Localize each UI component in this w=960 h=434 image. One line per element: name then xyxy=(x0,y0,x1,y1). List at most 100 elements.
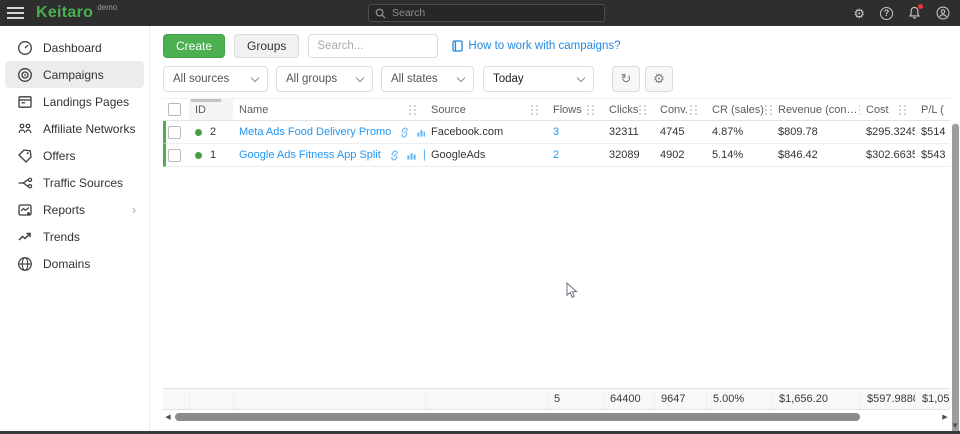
drag-handle-icon[interactable] xyxy=(858,105,861,115)
scrollbar-thumb[interactable] xyxy=(175,413,860,421)
settings-gear-icon[interactable]: ⚙ xyxy=(853,7,865,20)
drag-handle-icon[interactable] xyxy=(530,105,540,115)
campaign-link-icon[interactable] xyxy=(389,150,400,161)
column-header-source[interactable]: Source xyxy=(425,99,547,120)
column-header-name[interactable]: Name xyxy=(233,99,425,120)
sidebar-item-trends[interactable]: Trends xyxy=(5,223,144,250)
column-header-cr-sales[interactable]: CR (sales) xyxy=(706,99,772,120)
flows-count-link[interactable]: 3 xyxy=(553,126,559,138)
column-header-pl[interactable]: P/L ( xyxy=(915,99,960,120)
clicks-value: 32311 xyxy=(603,121,654,143)
scroll-down-icon[interactable]: ▼ xyxy=(951,421,959,430)
global-search-input[interactable] xyxy=(392,7,598,19)
drag-handle-icon[interactable] xyxy=(898,105,908,115)
chevron-down-icon xyxy=(251,73,259,81)
table-header-row: ID Name Source Flows Clicks Conv. xyxy=(163,98,950,121)
global-search[interactable] xyxy=(368,4,605,22)
trends-icon xyxy=(17,229,33,245)
column-header-conv[interactable]: Conv. xyxy=(654,99,706,120)
scroll-right-icon[interactable]: ▶ xyxy=(940,413,950,421)
groups-button[interactable]: Groups xyxy=(234,34,299,58)
sidebar-label: Traffic Sources xyxy=(43,176,123,190)
table-row[interactable]: 2 Meta Ads Food Delivery Promo ⋯ Faceboo… xyxy=(163,121,950,144)
campaign-search-input[interactable] xyxy=(308,34,438,58)
column-header-cost[interactable]: Cost xyxy=(860,99,915,120)
campaign-id: 2 xyxy=(210,126,216,138)
column-header-revenue[interactable]: Revenue (con… xyxy=(772,99,860,120)
campaign-name-link[interactable]: Google Ads Fitness App Split xyxy=(239,149,381,161)
column-header-id[interactable]: ID xyxy=(189,99,233,120)
sidebar-label: Trends xyxy=(43,230,80,244)
column-header-flows[interactable]: Flows xyxy=(547,99,603,120)
row-checkbox[interactable] xyxy=(168,126,181,139)
refresh-icon: ↻ xyxy=(621,71,632,87)
table-row[interactable]: 1 Google Ads Fitness App Split ⋯ GoogleA… xyxy=(163,144,950,167)
logo-demo-badge: demo xyxy=(97,3,117,12)
drag-handle-icon[interactable] xyxy=(408,105,418,115)
drag-handle-icon[interactable] xyxy=(638,105,648,115)
sidebar-item-dashboard[interactable]: Dashboard xyxy=(5,34,144,61)
campaign-name-link[interactable]: Meta Ads Food Delivery Promo xyxy=(239,126,391,138)
help-icon[interactable]: ? xyxy=(880,7,893,20)
horizontal-scrollbar[interactable]: ◀ ▶ xyxy=(163,410,950,424)
campaign-stats-icon[interactable] xyxy=(416,127,425,138)
sidebar-item-affiliate-networks[interactable]: Affiliate Networks xyxy=(5,115,144,142)
chevron-down-icon xyxy=(457,73,465,81)
table-empty-area xyxy=(163,167,950,388)
drag-handle-icon[interactable] xyxy=(689,105,699,115)
column-header-clicks[interactable]: Clicks xyxy=(603,99,654,120)
drag-handle-icon[interactable] xyxy=(586,105,596,115)
affiliate-networks-icon xyxy=(17,121,33,137)
sidebar-item-reports[interactable]: Reports › xyxy=(5,196,144,223)
sidebar-item-traffic-sources[interactable]: Traffic Sources xyxy=(5,169,144,196)
refresh-button[interactable]: ↻ xyxy=(612,66,640,92)
domains-icon xyxy=(17,256,33,272)
sidebar-item-campaigns[interactable]: Campaigns xyxy=(5,61,144,88)
sidebar-item-landings-pages[interactable]: Landings Pages xyxy=(5,88,144,115)
campaign-id: 1 xyxy=(210,149,216,161)
status-dot-active xyxy=(195,152,202,159)
campaign-stats-icon[interactable] xyxy=(406,150,417,161)
notifications-bell-icon[interactable] xyxy=(908,6,921,20)
sidebar-label: Landings Pages xyxy=(43,95,129,109)
help-campaigns-link[interactable]: How to work with campaigns? xyxy=(452,40,620,52)
offers-icon xyxy=(17,148,33,164)
campaign-link-icon[interactable] xyxy=(399,127,410,138)
chevron-right-icon: › xyxy=(132,203,136,217)
campaigns-icon xyxy=(17,67,33,83)
cr-value: 4.87% xyxy=(706,121,772,143)
vertical-scrollbar[interactable] xyxy=(952,122,959,434)
sort-indicator xyxy=(191,99,221,102)
revenue-value: $809.78 xyxy=(772,121,860,143)
date-range-select[interactable]: Today xyxy=(483,66,594,92)
totals-clicks: 64400 xyxy=(603,389,654,409)
groups-filter-select[interactable]: All groups xyxy=(276,66,373,92)
sidebar-item-domains[interactable]: Domains xyxy=(5,250,144,277)
reports-icon xyxy=(17,202,33,218)
user-avatar-icon[interactable] xyxy=(936,6,950,20)
sidebar-label: Reports xyxy=(43,203,85,217)
totals-cost: $597.9880 xyxy=(860,389,915,409)
menu-hamburger-icon[interactable] xyxy=(0,7,30,19)
totals-cr: 5.00% xyxy=(706,389,772,409)
sidebar-label: Dashboard xyxy=(43,41,102,55)
totals-row: 5 64400 9647 5.00% $1,656.20 $597.9880 $… xyxy=(163,388,950,410)
traffic-sources-icon xyxy=(17,175,33,191)
landings-icon xyxy=(17,94,33,110)
sidebar-label: Campaigns xyxy=(43,68,104,82)
select-all-checkbox[interactable] xyxy=(168,103,181,116)
chevron-down-icon xyxy=(356,73,364,81)
scrollbar-thumb[interactable] xyxy=(952,124,959,434)
sidebar-item-offers[interactable]: Offers xyxy=(5,142,144,169)
book-icon xyxy=(452,40,463,52)
row-checkbox[interactable] xyxy=(168,149,181,162)
campaigns-toolbar: Create Groups How to work with campaigns… xyxy=(163,34,950,58)
states-filter-select[interactable]: All states xyxy=(381,66,474,92)
create-button[interactable]: Create xyxy=(163,34,225,58)
table-settings-button[interactable]: ⚙ xyxy=(645,66,673,92)
sources-filter-select[interactable]: All sources xyxy=(163,66,268,92)
sidebar-label: Domains xyxy=(43,257,90,271)
scroll-left-icon[interactable]: ◀ xyxy=(163,413,173,421)
drag-handle-icon[interactable] xyxy=(764,105,772,115)
flows-count-link[interactable]: 2 xyxy=(553,149,559,161)
